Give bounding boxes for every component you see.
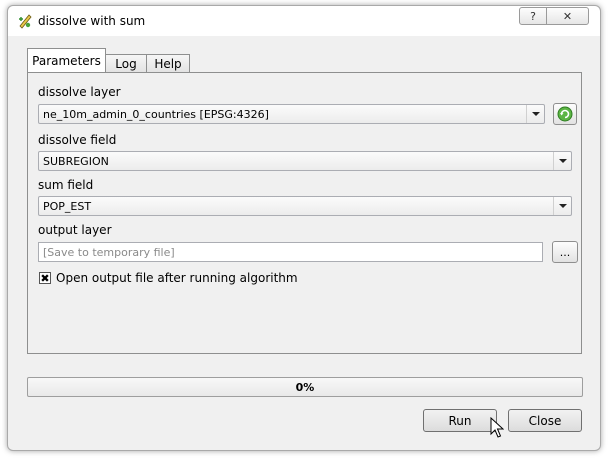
output-layer-field[interactable]	[38, 242, 543, 262]
help-icon: ?	[530, 9, 536, 23]
refresh-layers-button[interactable]	[553, 103, 577, 125]
progress-bar: 0%	[27, 377, 583, 397]
tab-log[interactable]: Log	[105, 54, 147, 72]
browse-output-button[interactable]: ...	[552, 241, 578, 263]
dissolve-layer-value: ne_10m_admin_0_countries [EPSG:4326]	[43, 108, 269, 121]
tab-label: Parameters	[32, 53, 101, 68]
sum-field-label: sum field	[38, 178, 94, 192]
open-output-label: Open output file after running algorithm	[56, 271, 298, 285]
close-button-label: Close	[528, 413, 562, 428]
close-icon: ✕	[562, 9, 573, 23]
window-title: dissolve with sum	[38, 14, 146, 28]
progress-text: 0%	[295, 381, 315, 394]
dissolve-layer-label: dissolve layer	[38, 85, 121, 99]
output-layer-label: output layer	[38, 223, 112, 237]
sum-field-select[interactable]: POP_EST	[38, 196, 572, 216]
refresh-icon	[557, 106, 573, 122]
chevron-down-icon	[553, 152, 571, 170]
tab-parameters[interactable]: Parameters	[27, 48, 106, 72]
open-output-checkbox[interactable]: ✖	[39, 272, 51, 284]
tab-label: Log	[115, 56, 137, 71]
run-button[interactable]: Run	[423, 409, 497, 432]
chevron-down-icon	[526, 105, 544, 123]
output-layer-input[interactable]	[39, 243, 542, 261]
dissolve-field-value: SUBREGION	[43, 155, 109, 168]
tab-help[interactable]: Help	[146, 54, 190, 72]
help-button[interactable]: ?	[519, 7, 547, 25]
dissolve-field-label: dissolve field	[38, 133, 117, 147]
close-button[interactable]: Close	[508, 409, 582, 432]
dialog-window: dissolve with sum ? ✕ Parameters Log Hel…	[7, 5, 601, 451]
mouse-pointer-icon	[490, 417, 504, 438]
check-icon: ✖	[40, 271, 50, 285]
dissolve-field-select[interactable]: SUBREGION	[38, 151, 572, 171]
run-button-label: Run	[448, 413, 472, 428]
sum-field-value: POP_EST	[43, 200, 92, 213]
parameters-panel: dissolve layer ne_10m_admin_0_countries …	[27, 72, 582, 354]
title-bar: dissolve with sum ? ✕	[8, 6, 600, 36]
browse-label: ...	[559, 245, 571, 259]
chevron-down-icon	[553, 197, 571, 215]
close-window-button[interactable]: ✕	[546, 7, 589, 25]
dissolve-layer-select[interactable]: ne_10m_admin_0_countries [EPSG:4326]	[38, 104, 545, 124]
qgis-script-icon	[19, 14, 32, 29]
tab-label: Help	[154, 56, 182, 71]
